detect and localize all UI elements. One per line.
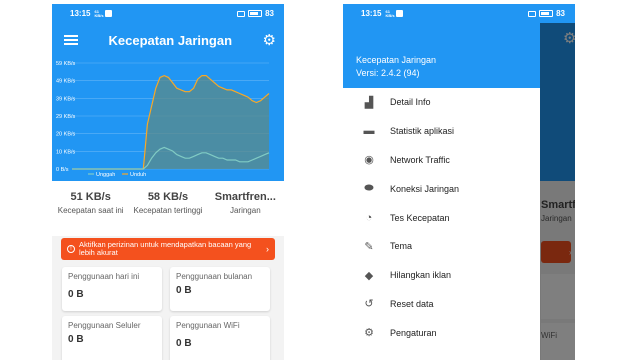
notification-icon bbox=[396, 10, 404, 17]
app-bar: Kecepatan Jaringan ⚙ bbox=[52, 23, 284, 57]
phone-screen-drawer: ⚙ Smartfren... Jaringan › WiFi Kecepatan… bbox=[343, 4, 575, 360]
bar-chart-icon: ▟ bbox=[364, 96, 374, 109]
card-value: 0 B bbox=[176, 338, 192, 349]
legend-label: Unggah bbox=[96, 172, 115, 178]
y-tick-label: 59 KB/s bbox=[56, 61, 76, 67]
battery-icon bbox=[539, 10, 554, 17]
drawer-item-label: Tema bbox=[390, 241, 413, 252]
app-stats-icon: ▬ bbox=[363, 125, 375, 138]
card-label: Penggunaan hari ini bbox=[68, 272, 140, 281]
battery-level: 83 bbox=[556, 9, 565, 18]
drawer-item-pengaturan[interactable]: ⚙ Pengaturan bbox=[343, 318, 540, 347]
permission-alert[interactable]: ! Aktifkan perizinan untuk mendapatkan b… bbox=[61, 238, 275, 260]
speed-chart: 59 KB/s 49 KB/s 39 KB/s 29 KB/s 20 KB/s 10 KB… bbox=[52, 57, 284, 181]
info-icon: ! bbox=[67, 245, 75, 253]
download-area bbox=[72, 75, 269, 169]
app-title: Kecepatan Jaringan bbox=[108, 32, 233, 48]
stat-label: Kecepatan saat ini bbox=[57, 206, 124, 215]
card-value: 0 B bbox=[176, 285, 192, 296]
drawer-item-network-traffic[interactable]: ◉ Network Traffic bbox=[343, 146, 540, 175]
drawer-item-label: Pengaturan bbox=[390, 327, 437, 338]
drawer-item-label: Hilangkan iklan bbox=[390, 270, 452, 281]
menu-icon[interactable] bbox=[64, 33, 78, 47]
stat-label: Jaringan bbox=[229, 206, 261, 215]
stat-current-speed: 51 KB/s Kecepatan saat ini bbox=[52, 191, 129, 236]
navigation-drawer: Kecepatan Jaringan Versi: 2.4.2 (94) ▟ De… bbox=[343, 4, 540, 360]
card-value: 0 B bbox=[68, 334, 84, 345]
drawer-item-koneksi-jaringan[interactable]: ⬬ Koneksi Jaringan bbox=[343, 174, 540, 203]
drawer-item-statistik-aplikasi[interactable]: ▬ Statistik aplikasi bbox=[343, 117, 540, 146]
battery-icon bbox=[248, 10, 263, 17]
gear-icon[interactable]: ⚙ bbox=[263, 31, 276, 49]
drawer-item-label: Network Traffic bbox=[390, 154, 450, 165]
usage-cards: Penggunaan hari ini 0 B Penggunaan bulan… bbox=[52, 262, 284, 360]
stat-network: Smartfren... Jaringan bbox=[207, 191, 284, 236]
signal-icon bbox=[237, 10, 246, 17]
connection-icon: ⬬ bbox=[364, 182, 374, 195]
stat-top-speed: 58 KB/s Kecepatan tertinggi bbox=[129, 191, 206, 236]
drawer-menu: ▟ Detail Info ▬ Statistik aplikasi ◉ Network … bbox=[343, 88, 540, 347]
status-time: 13:15 bbox=[361, 9, 382, 18]
drawer-item-hilangkan-iklan[interactable]: ◆ Hilangkan iklan bbox=[343, 261, 540, 290]
signal-icon bbox=[528, 10, 537, 17]
speedometer-icon: ◔ bbox=[365, 211, 373, 224]
drawer-item-label: Statistik aplikasi bbox=[390, 126, 455, 137]
status-bar: 13:15 61 KB/s 83 bbox=[343, 4, 575, 23]
card-label: Penggunaan bulanan bbox=[176, 272, 253, 281]
alert-text: Aktifkan perizinan untuk mendapatkan bac… bbox=[79, 240, 252, 257]
stat-label: Kecepatan tertinggi bbox=[133, 206, 203, 215]
y-tick-label: 49 KB/s bbox=[56, 79, 76, 85]
legend-label: Unduh bbox=[130, 172, 146, 178]
tag-icon: ◆ bbox=[364, 269, 374, 282]
status-time: 13:15 bbox=[70, 9, 91, 18]
card-usage-monthly[interactable]: Penggunaan bulanan 0 B bbox=[170, 267, 270, 311]
network-speed-indicator: 61 KB/s bbox=[94, 8, 104, 18]
drawer-version: Versi: 2.4.2 (94) bbox=[356, 68, 420, 78]
drawer-item-tema[interactable]: ✎ Tema bbox=[343, 232, 540, 261]
stats-row: 51 KB/s Kecepatan saat ini 58 KB/s Kecep… bbox=[52, 181, 284, 236]
y-tick-label: 0 B/s bbox=[56, 167, 69, 173]
network-speed-indicator: 61 KB/s bbox=[385, 8, 395, 18]
y-tick-label: 10 KB/s bbox=[56, 149, 76, 155]
brush-icon: ✎ bbox=[364, 240, 374, 253]
card-label: Penggunaan WiFi bbox=[176, 321, 240, 330]
y-tick-label: 39 KB/s bbox=[56, 96, 76, 102]
y-tick-label: 29 KB/s bbox=[56, 114, 76, 120]
drawer-item-label: Detail Info bbox=[390, 97, 431, 108]
gear-icon: ⚙ bbox=[364, 327, 374, 340]
drawer-item-label: Tes Kecepatan bbox=[390, 212, 450, 223]
stat-value: 51 KB/s bbox=[70, 191, 111, 203]
card-usage-wifi[interactable]: Penggunaan WiFi 0 B bbox=[170, 316, 270, 360]
speed-chart-svg: 59 KB/s 49 KB/s 39 KB/s 29 KB/s 20 KB/s 10 KB… bbox=[56, 61, 270, 178]
card-usage-cellular[interactable]: Penggunaan Seluler 0 B bbox=[62, 316, 162, 360]
card-label: Penggunaan Seluler bbox=[68, 321, 141, 330]
drawer-item-label: Koneksi Jaringan bbox=[390, 183, 460, 194]
status-bar: 13:15 61 KB/s 83 bbox=[52, 4, 284, 23]
drawer-item-detail-info[interactable]: ▟ Detail Info bbox=[343, 88, 540, 117]
card-value: 0 B bbox=[68, 289, 84, 300]
drawer-app-name: Kecepatan Jaringan bbox=[356, 55, 437, 65]
y-tick-label: 20 KB/s bbox=[56, 132, 76, 138]
drawer-item-label: Reset data bbox=[390, 298, 434, 309]
notification-icon bbox=[105, 10, 113, 17]
drawer-item-reset-data[interactable]: ↺ Reset data bbox=[343, 290, 540, 319]
card-usage-today[interactable]: Penggunaan hari ini 0 B bbox=[62, 267, 162, 311]
reset-icon: ↺ bbox=[364, 298, 374, 311]
battery-level: 83 bbox=[265, 9, 274, 18]
chevron-right-icon: › bbox=[266, 244, 269, 254]
drawer-item-tes-kecepatan[interactable]: ◔ Tes Kecepatan bbox=[343, 203, 540, 232]
stat-value: Smartfren... bbox=[214, 191, 276, 203]
network-traffic-icon: ◉ bbox=[364, 154, 374, 167]
stat-value: 58 KB/s bbox=[147, 191, 189, 203]
phone-screen-main: 13:15 61 KB/s 83 Kecepatan Jaringan ⚙ 59… bbox=[52, 4, 284, 360]
